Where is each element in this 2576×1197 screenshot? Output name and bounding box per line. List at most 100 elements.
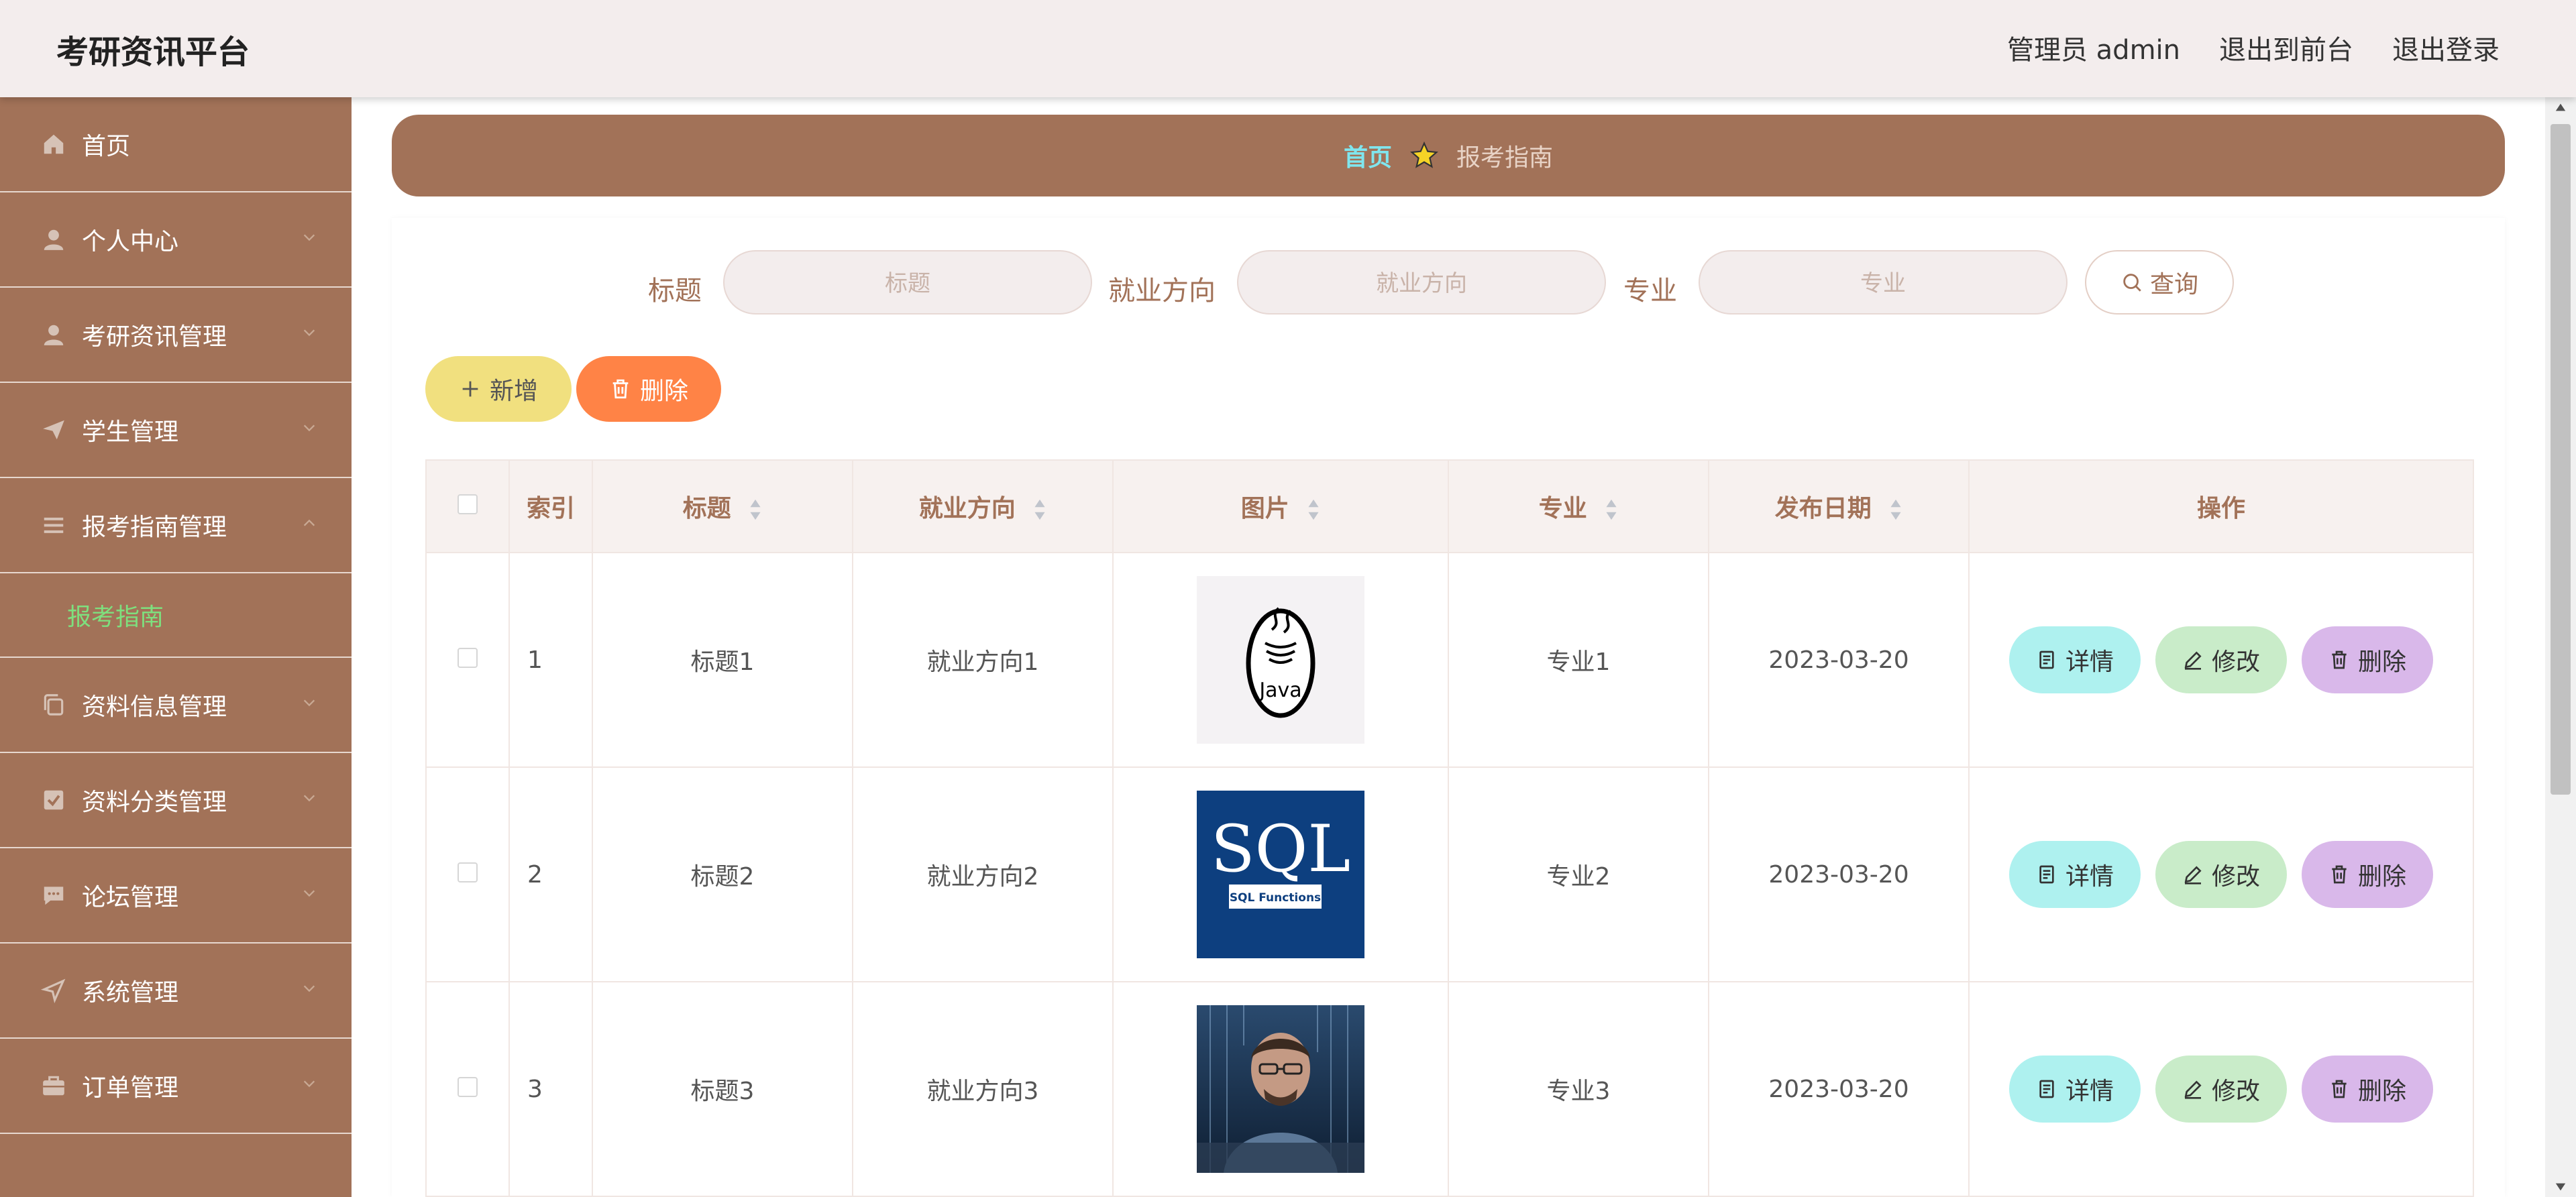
table-row: 2 标题2 就业方向2 SQL SQL Functions 专业2 2023-0… [425, 766, 2474, 982]
column-header-date[interactable]: 发布日期 [1708, 459, 1970, 553]
briefcase-icon [39, 1073, 68, 1098]
sidebar-item-label: 考研资讯管理 [82, 323, 227, 351]
column-header-actions: 操作 [1968, 459, 2474, 553]
batch-delete-button[interactable]: 删除 [576, 356, 721, 422]
delete-button-label: 删除 [639, 378, 688, 405]
java-logo-image[interactable]: Java [1197, 576, 1364, 744]
sort-icon[interactable] [1889, 498, 1902, 521]
document-icon [2039, 650, 2054, 669]
sort-icon[interactable] [1033, 498, 1046, 521]
sort-icon[interactable] [1307, 498, 1320, 521]
sidebar-subitem-guide[interactable]: 报考指南 [0, 573, 352, 658]
major-input[interactable]: 专业 [1699, 250, 2068, 315]
sidebar-item-guide-management[interactable]: 报考指南管理 [0, 478, 352, 573]
chat-icon [39, 882, 68, 908]
user-icon [39, 227, 68, 252]
row-index: 2 [508, 766, 593, 982]
edit-button[interactable]: 修改 [2155, 626, 2287, 693]
main-content: 首页 报考指南 标题 标题 就业方向 就业方向 专业 专业 查询 新增 删除 索… [352, 97, 2545, 1197]
detail-button[interactable]: 详情 [2009, 1056, 2141, 1123]
chevron-up-icon [303, 519, 315, 526]
sidebar: 首页 个人中心 考研资讯管理 学生管理 报考指南管理 报考指南 资料信息管理 资… [0, 97, 352, 1197]
chevron-down-icon [303, 1080, 315, 1088]
menu-icon [39, 512, 68, 538]
edit-icon [2184, 651, 2202, 670]
row-title: 标题1 [592, 552, 853, 768]
sql-cover-image[interactable]: SQL SQL Functions [1197, 791, 1364, 958]
sidebar-item-material-category[interactable]: 资料分类管理 [0, 753, 352, 848]
scroll-up-icon[interactable] [2555, 101, 2567, 113]
logout-link[interactable]: 退出登录 [2392, 28, 2500, 67]
row-delete-button[interactable]: 删除 [2302, 841, 2433, 908]
select-all-checkbox[interactable] [458, 494, 478, 514]
select-all-cell [425, 459, 510, 553]
top-header: 考研资讯平台 管理员 admin 退出到前台 退出登录 [0, 0, 2576, 97]
scrollbar-thumb[interactable] [2551, 124, 2571, 795]
title-label: 标题 [648, 276, 702, 306]
sidebar-item-label: 系统管理 [82, 979, 179, 1007]
plus-icon [462, 381, 478, 397]
sidebar-item-home[interactable]: 首页 [0, 97, 352, 192]
content-panel: 标题 标题 就业方向 就业方向 专业 专业 查询 新增 删除 索引 标题 就业方… [392, 218, 2505, 1197]
direction-input[interactable]: 就业方向 [1237, 250, 1606, 315]
sidebar-item-system[interactable]: 系统管理 [0, 944, 352, 1039]
detail-button[interactable]: 详情 [2009, 626, 2141, 693]
user-icon [39, 322, 68, 347]
chevron-down-icon [303, 329, 315, 337]
exit-to-front-link[interactable]: 退出到前台 [2219, 28, 2353, 67]
edit-icon [2184, 866, 2202, 885]
sort-icon[interactable] [1605, 498, 1618, 521]
sidebar-item-orders[interactable]: 订单管理 [0, 1039, 352, 1134]
sidebar-item-material-info[interactable]: 资料信息管理 [0, 658, 352, 753]
column-header-direction[interactable]: 就业方向 [852, 459, 1114, 553]
programmer-photo-image[interactable] [1197, 1005, 1364, 1173]
sort-icon[interactable] [749, 498, 762, 521]
sidebar-item-student-management[interactable]: 学生管理 [0, 383, 352, 478]
title-input[interactable]: 标题 [723, 250, 1092, 315]
row-direction: 就业方向3 [852, 981, 1114, 1197]
document-icon [2039, 865, 2054, 884]
column-header-image[interactable]: 图片 [1112, 459, 1449, 553]
query-button[interactable]: 查询 [2085, 250, 2234, 315]
edit-button[interactable]: 修改 [2155, 1056, 2287, 1123]
sidebar-item-label: 论坛管理 [82, 884, 179, 911]
sidebar-item-label: 资料信息管理 [82, 693, 227, 721]
row-date: 2023-03-20 [1708, 981, 1970, 1197]
search-icon [2123, 274, 2141, 292]
add-button[interactable]: 新增 [425, 356, 572, 422]
column-header-major[interactable]: 专业 [1448, 459, 1709, 553]
document-icon [2039, 1080, 2054, 1098]
row-date: 2023-03-20 [1708, 552, 1970, 768]
user-label[interactable]: 管理员 admin [2007, 28, 2180, 67]
edit-button[interactable]: 修改 [2155, 841, 2287, 908]
svg-text:SQL Functions: SQL Functions [1230, 891, 1321, 905]
row-checkbox[interactable] [458, 862, 478, 882]
row-checkbox[interactable] [458, 1076, 478, 1097]
vertical-scrollbar[interactable] [2545, 97, 2576, 1197]
chevron-down-icon [303, 699, 315, 707]
sidebar-item-personal-center[interactable]: 个人中心 [0, 192, 352, 288]
row-checkbox[interactable] [458, 647, 478, 668]
sidebar-item-label: 订单管理 [82, 1074, 179, 1102]
row-index: 1 [508, 552, 593, 768]
chevron-down-icon [303, 890, 315, 897]
header-links: 管理员 admin 退出到前台 退出登录 [2007, 28, 2500, 67]
sidebar-item-forum[interactable]: 论坛管理 [0, 848, 352, 944]
add-button-label: 新增 [489, 378, 538, 405]
row-delete-button[interactable]: 删除 [2302, 626, 2433, 693]
sidebar-item-label: 个人中心 [82, 228, 179, 255]
query-button-label: 查询 [2149, 271, 2198, 298]
chevron-down-icon [303, 795, 315, 802]
breadcrumb-home[interactable]: 首页 [1344, 138, 1392, 173]
major-label: 专业 [1623, 276, 1677, 306]
trash-icon [612, 379, 629, 399]
row-delete-button[interactable]: 删除 [2302, 1056, 2433, 1123]
table-row: 3 标题3 就业方向3 专业3 2023-03-20 详情 修改 删除 [425, 981, 2474, 1197]
detail-button[interactable]: 详情 [2009, 841, 2141, 908]
chevron-down-icon [303, 234, 315, 241]
scroll-down-icon[interactable] [2555, 1181, 2567, 1193]
trash-icon [2332, 650, 2347, 669]
sidebar-item-news-management[interactable]: 考研资讯管理 [0, 288, 352, 383]
column-header-title[interactable]: 标题 [592, 459, 853, 553]
column-header-index: 索引 [508, 459, 593, 553]
